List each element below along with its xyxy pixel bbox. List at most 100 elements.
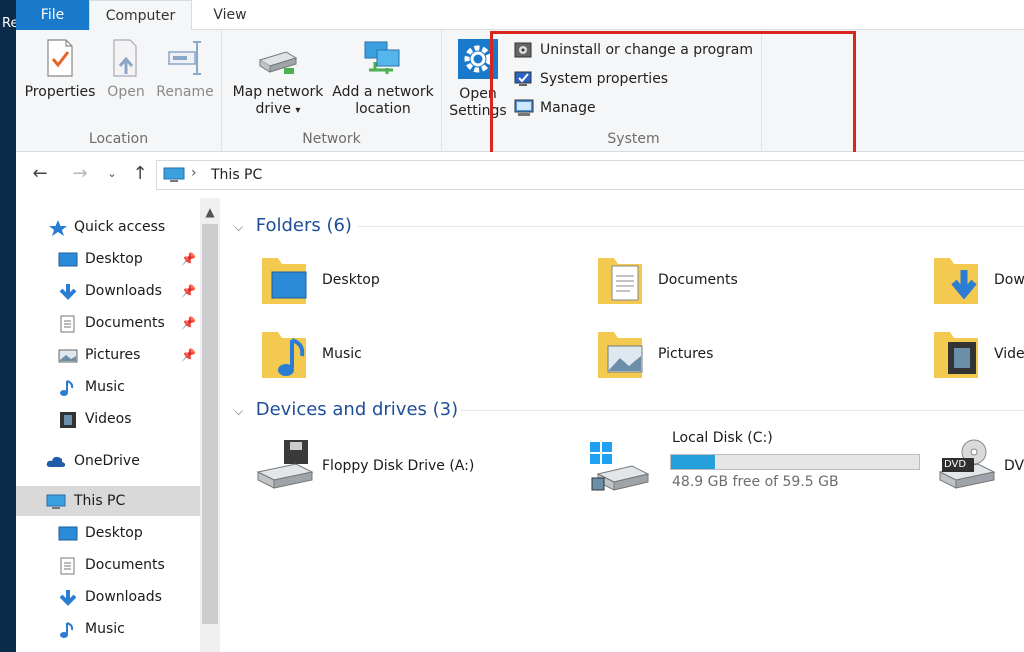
folder-documents[interactable]: Documents: [596, 252, 916, 312]
devices-group-header[interactable]: ⌵ Devices and drives (3): [234, 397, 1024, 423]
music-note-icon: [58, 378, 78, 396]
documents-folder-icon: [596, 252, 644, 306]
breadcrumb-separator: ›: [191, 165, 197, 181]
add-network-location-line1: Add a network: [332, 84, 434, 100]
breadcrumb-this-pc[interactable]: This PC: [211, 167, 262, 183]
folder-label: Video: [994, 346, 1024, 362]
nav-item-label: OneDrive: [74, 453, 140, 469]
nav-item-desktop[interactable]: Desktop 📌: [16, 244, 200, 274]
folder-downloads[interactable]: Dow: [932, 252, 1024, 312]
network-group-label: Network: [302, 131, 361, 147]
manage-label: Manage: [540, 100, 596, 116]
network-drive-icon: [256, 38, 300, 78]
system-properties-label: System properties: [540, 71, 669, 87]
header-divider: [358, 226, 1024, 227]
nav-item-label: Music: [85, 621, 125, 637]
nav-item-label: Desktop: [85, 251, 143, 267]
open-button[interactable]: Open: [100, 38, 152, 101]
network-location-icon: [361, 38, 405, 78]
tab-computer[interactable]: Computer: [89, 0, 192, 31]
uninstall-program-button[interactable]: Uninstall or change a program: [514, 39, 753, 61]
music-note-icon: [58, 620, 78, 638]
chevron-down-icon: ⌵: [234, 220, 244, 234]
nav-item-pictures[interactable]: Pictures 📌: [16, 340, 200, 370]
videos-folder-icon: [932, 326, 980, 380]
dvd-badge: DVD: [944, 459, 967, 470]
tab-file[interactable]: File: [16, 0, 89, 30]
floppy-drive-icon: [256, 438, 314, 492]
this-pc-icon: [163, 167, 185, 183]
content-pane: ⌵ Folders (6) Desktop Documents Dow Musi…: [220, 198, 1024, 652]
pin-icon[interactable]: 📌: [181, 244, 196, 274]
drive-dvd[interactable]: DVD DVD: [938, 438, 1024, 498]
rename-icon: [167, 38, 203, 78]
folder-music[interactable]: Music: [260, 326, 580, 386]
navigation-pane: Quick access Desktop 📌 Downloads 📌 Docum…: [16, 198, 220, 652]
up-arrow-icon[interactable]: ↑: [128, 162, 152, 186]
nav-scrollbar[interactable]: ▲: [200, 198, 220, 652]
folder-videos[interactable]: Video: [932, 326, 1024, 386]
drive-free-space: 48.9 GB free of 59.5 GB: [672, 474, 839, 490]
nav-item-quick-access[interactable]: Quick access: [16, 212, 200, 242]
add-network-location-button[interactable]: Add a network location: [330, 38, 436, 118]
pin-icon[interactable]: 📌: [181, 308, 196, 338]
tab-view[interactable]: View: [192, 0, 268, 30]
nav-item-label: Documents: [85, 557, 165, 573]
nav-item-downloads[interactable]: Downloads 📌: [16, 276, 200, 306]
address-bar[interactable]: › This PC: [156, 160, 1024, 190]
nav-item-label: Videos: [85, 411, 132, 427]
computer-management-icon: [514, 99, 534, 117]
drive-label: Local Disk (C:): [672, 430, 773, 446]
desktop-icon: [58, 524, 78, 542]
nav-item-label: This PC: [74, 493, 126, 509]
nav-item-videos[interactable]: Videos: [16, 404, 200, 434]
nav-item-pc-music[interactable]: Music: [16, 614, 200, 644]
nav-item-music[interactable]: Music: [16, 372, 200, 402]
drive-label: Floppy Disk Drive (A:): [322, 458, 475, 474]
nav-item-label: Downloads: [85, 283, 162, 299]
nav-item-onedrive[interactable]: OneDrive: [16, 446, 200, 476]
open-settings-line2: Settings: [449, 103, 507, 119]
cloud-icon: [46, 452, 66, 470]
rename-button[interactable]: Rename: [154, 38, 216, 101]
download-arrow-icon: [58, 282, 78, 300]
map-network-drive-line2: drive: [255, 101, 291, 117]
ribbon-group-network: Map network drive ▾ Add a network locati…: [222, 30, 442, 152]
properties-label: Properties: [24, 84, 96, 100]
nav-item-this-pc[interactable]: This PC: [16, 486, 200, 516]
map-network-drive-button[interactable]: Map network drive ▾: [230, 38, 326, 119]
folder-pictures[interactable]: Pictures: [596, 326, 916, 386]
header-divider: [460, 410, 1024, 411]
nav-item-pc-documents[interactable]: Documents: [16, 550, 200, 580]
scroll-up-chevron-icon[interactable]: ▲: [200, 202, 220, 222]
nav-item-pc-desktop[interactable]: Desktop: [16, 518, 200, 548]
open-settings-button[interactable]: Open Settings: [448, 38, 508, 120]
folders-header-label: Folders (6): [255, 215, 352, 236]
rename-label: Rename: [156, 84, 214, 100]
properties-button[interactable]: Properties: [24, 38, 96, 101]
manage-button[interactable]: Manage: [514, 97, 596, 119]
disk-usage-bar: [670, 454, 920, 470]
system-properties-button[interactable]: System properties: [514, 68, 668, 90]
document-icon: [58, 314, 78, 333]
folder-label: Desktop: [322, 272, 380, 288]
dvd-drive-icon: DVD: [938, 438, 996, 492]
scrollbar-thumb[interactable]: [202, 224, 218, 624]
star-icon: [48, 218, 68, 236]
folder-desktop[interactable]: Desktop: [260, 252, 580, 312]
forward-arrow-icon[interactable]: →: [68, 162, 92, 186]
drive-floppy[interactable]: Floppy Disk Drive (A:): [256, 438, 576, 498]
nav-item-label: Downloads: [85, 589, 162, 605]
properties-icon: [42, 38, 78, 78]
pin-icon[interactable]: 📌: [181, 340, 196, 370]
ribbon-tab-bar: File Computer View: [16, 0, 1024, 31]
folder-label: Dow: [994, 272, 1024, 288]
back-arrow-icon[interactable]: ←: [28, 162, 52, 186]
folder-label: Music: [322, 346, 362, 362]
recent-locations-chevron-icon[interactable]: ⌄: [100, 162, 124, 186]
folders-group-header[interactable]: ⌵ Folders (6): [234, 213, 1024, 239]
nav-item-pc-downloads[interactable]: Downloads: [16, 582, 200, 612]
ribbon-group-location: Properties Open Rename Location: [16, 30, 222, 152]
pin-icon[interactable]: 📌: [181, 276, 196, 306]
nav-item-documents[interactable]: Documents 📌: [16, 308, 200, 338]
